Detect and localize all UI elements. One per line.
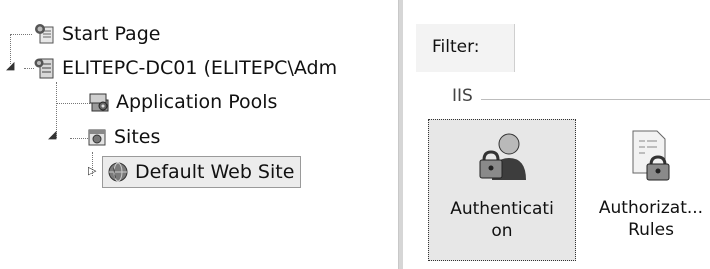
feature-tile-label-line2: Rules: [628, 220, 674, 240]
tree-item-sites[interactable]: Sites: [86, 121, 160, 153]
tree-item-label: Application Pools: [116, 91, 278, 113]
tree-item-label: ELITEPC-DC01 (ELITEPC\Adm: [62, 57, 338, 79]
tree-connector: [24, 68, 34, 69]
feature-tile-label-line2: on: [491, 221, 513, 241]
filter-bar: Filter:: [416, 24, 710, 72]
expand-arrow-icon[interactable]: ▷: [88, 164, 96, 177]
pane-splitter[interactable]: [398, 0, 403, 269]
collapse-arrow-icon[interactable]: ◢: [6, 59, 14, 72]
group-divider: [452, 99, 710, 100]
collapse-arrow-icon[interactable]: ◢: [48, 128, 56, 141]
feature-tile-authentication[interactable]: Authenticati on: [428, 119, 576, 261]
connections-tree: Start Page ◢ ELITEPC-DC01 (ELITEPC\Adm A…: [0, 0, 398, 269]
authentication-icon: [479, 133, 526, 180]
tree-item-selection: Default Web Site: [102, 156, 302, 188]
server-icon: [34, 58, 54, 79]
tree-item-label: Start Page: [62, 23, 161, 45]
feature-tile-label: Authorizat... Rules: [581, 197, 710, 241]
feature-tile-label-line1: Authenticati: [450, 199, 554, 219]
filter-input[interactable]: [514, 24, 710, 72]
feature-tile-label-line1: Authorizat...: [598, 198, 704, 218]
tree-connector: [10, 34, 32, 35]
sites-folder-icon: [88, 129, 106, 146]
feature-tile-label: Authenticati on: [432, 198, 572, 242]
tree-item-start-page[interactable]: Start Page: [34, 18, 160, 50]
tree-item-application-pools[interactable]: Application Pools: [88, 86, 277, 118]
tree-connector: [56, 103, 90, 104]
feature-tile-authorization-rules[interactable]: Authorizat... Rules: [578, 119, 710, 259]
tree-item-label: Sites: [114, 126, 161, 148]
filter-label: Filter:: [432, 37, 480, 57]
globe-icon: [108, 162, 128, 182]
application-pools-icon: [89, 93, 109, 112]
tree-item-label: Default Web Site: [135, 161, 295, 183]
authorization-rules-icon: [632, 130, 670, 181]
features-view: Filter: IIS Authenticati on Authorizat..…: [404, 0, 710, 269]
start-page-icon: [35, 24, 54, 44]
tree-item-default-web-site[interactable]: Default Web Site: [102, 156, 302, 188]
group-header-iis: IIS: [452, 86, 481, 106]
tree-item-server[interactable]: ELITEPC-DC01 (ELITEPC\Adm: [34, 52, 337, 84]
